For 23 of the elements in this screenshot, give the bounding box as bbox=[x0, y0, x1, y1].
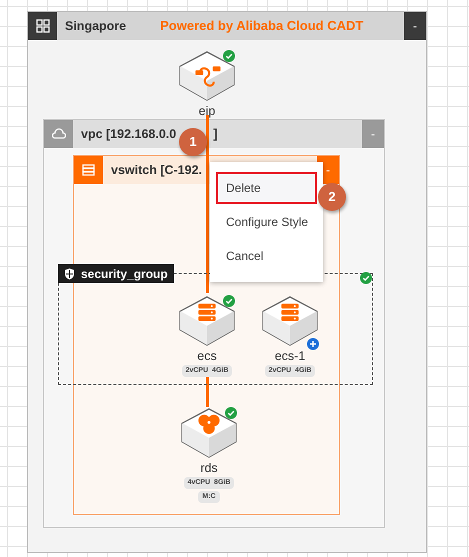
node-label: rds bbox=[200, 461, 218, 475]
grid-icon bbox=[36, 19, 50, 33]
node-label: ecs-1 bbox=[274, 349, 306, 363]
node-label: ecs bbox=[197, 349, 217, 363]
connector-line bbox=[206, 376, 209, 407]
title-bracket: ] bbox=[213, 125, 218, 144]
menu-item[interactable]: Configure Style bbox=[216, 206, 317, 238]
vpc-title: vpc [192.168.0.0 bbox=[80, 126, 176, 143]
cable-cube-icon[interactable] bbox=[179, 51, 235, 101]
security-group-label: security_group bbox=[58, 264, 174, 283]
menu-item[interactable]: Cancel bbox=[216, 240, 317, 272]
region-title: Singapore bbox=[64, 18, 126, 35]
cluster-cube-icon[interactable] bbox=[181, 408, 237, 458]
server-cube-icon[interactable] bbox=[179, 296, 235, 346]
vswitch-title: vswitch [C-192. bbox=[110, 162, 202, 179]
collapse-button[interactable]: - bbox=[404, 12, 426, 40]
shield-icon bbox=[64, 268, 75, 280]
switch-icon bbox=[82, 164, 95, 176]
cloud-icon bbox=[52, 128, 66, 140]
menu-item[interactable]: Delete bbox=[216, 172, 317, 204]
node-label: eip bbox=[198, 104, 216, 118]
server-cube-icon[interactable] bbox=[262, 296, 318, 346]
brand-text: Powered by Alibaba Cloud CADT bbox=[160, 17, 364, 36]
